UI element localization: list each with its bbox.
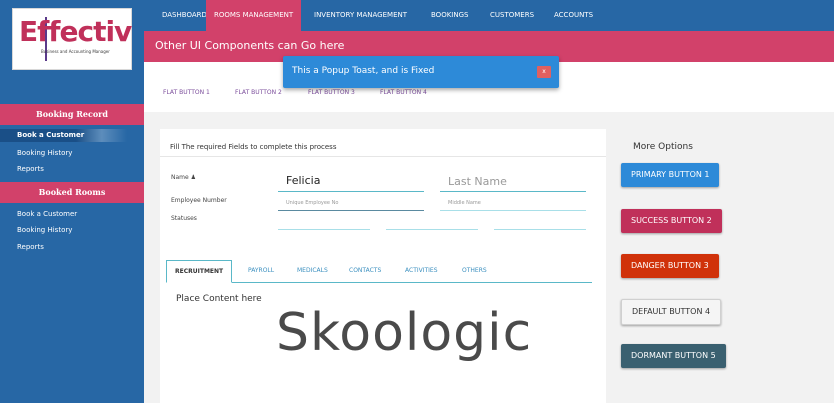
more-options-panel: More Options PRIMARY BUTTON 1 SUCCESS BU… (607, 129, 834, 403)
employee-number-input[interactable]: Unique Employee No (286, 200, 338, 206)
employee-underline (278, 210, 424, 211)
sidebar-section-booking-record: Booking Record (0, 104, 144, 125)
logo-wordmark: Effectiv (19, 15, 132, 48)
tab-contacts[interactable]: CONTACTS (349, 260, 381, 282)
middle-name-underline (440, 210, 586, 211)
sidebar-section-booked-rooms: Booked Rooms (0, 182, 144, 203)
toast-close-button[interactable]: x (537, 66, 551, 78)
sidebar-item-reports-2[interactable]: Reports (17, 243, 44, 251)
default-button[interactable]: DEFAULT BUTTON 4 (621, 299, 722, 325)
nav-inventory-management[interactable]: INVENTORY MANAGEMENT (306, 0, 415, 31)
sidebar-item-booking-history[interactable]: Booking History (17, 149, 72, 157)
employee-number-label: Employee Number (171, 197, 227, 204)
last-name-input[interactable]: Last Name (448, 175, 507, 188)
status-select-3[interactable] (494, 229, 586, 230)
flat-button-3[interactable]: FLAT BUTTON 3 (308, 89, 355, 96)
sidebar-item-book-customer[interactable]: Book a Customer (0, 129, 127, 142)
logo[interactable]: Effectiv Business and Accounting Manager (12, 8, 132, 70)
nav-bookings[interactable]: BOOKINGS (423, 0, 476, 31)
flat-button-2[interactable]: FLAT BUTTON 2 (235, 89, 282, 96)
dormant-button[interactable]: DORMANT BUTTON 5 (621, 344, 726, 368)
popup-toast: This a Popup Toast, and is Fixed x (283, 56, 559, 88)
first-name-input[interactable]: Felicia (286, 174, 320, 187)
danger-button[interactable]: DANGER BUTTON 3 (621, 254, 719, 278)
tab-medicals[interactable]: MEDICALS (297, 260, 328, 282)
form-title: Fill The required Fields to complete thi… (170, 143, 337, 151)
nav-rooms-management[interactable]: ROOMS MANAGEMENT (206, 0, 302, 31)
logo-tagline: Business and Accounting Manager (41, 49, 110, 54)
statuses-label: Statuses (171, 215, 197, 222)
toast-message: This a Popup Toast, and is Fixed (292, 66, 435, 76)
success-button[interactable]: SUCCESS BUTTON 2 (621, 209, 722, 233)
tab-bar: RECRUITMENT PAYROLL MEDICALS CONTACTS AC… (166, 260, 592, 283)
status-select-2[interactable] (386, 229, 478, 230)
sidebar-item-reports[interactable]: Reports (17, 165, 44, 173)
nav-accounts[interactable]: ACCOUNTS (546, 0, 601, 31)
status-select-1[interactable] (278, 229, 370, 230)
person-icon: ♟ (190, 174, 197, 181)
sidebar: Effectiv Business and Accounting Manager… (0, 0, 144, 403)
last-name-underline (440, 191, 586, 192)
nav-customers[interactable]: CUSTOMERS (482, 0, 542, 31)
name-label: Name ♟ (171, 174, 197, 181)
tab-content-placeholder: Place Content here (176, 294, 262, 304)
more-options-title: More Options (633, 142, 693, 152)
sidebar-item-book-customer-2[interactable]: Book a Customer (17, 210, 77, 218)
tab-activities[interactable]: ACTIVITIES (405, 260, 438, 282)
tab-others[interactable]: OTHERS (462, 260, 487, 282)
flat-button-1[interactable]: FLAT BUTTON 1 (163, 89, 210, 96)
tab-payroll[interactable]: PAYROLL (248, 260, 274, 282)
banner-text: Other UI Components can Go here (155, 39, 345, 52)
tab-recruitment[interactable]: RECRUITMENT (166, 260, 233, 283)
divider (160, 156, 606, 157)
first-name-underline (278, 191, 424, 192)
primary-button[interactable]: PRIMARY BUTTON 1 (621, 163, 720, 187)
middle-name-input[interactable]: Middle Name (448, 200, 481, 206)
flat-button-4[interactable]: FLAT BUTTON 4 (380, 89, 427, 96)
top-nav: DASHBOARD ROOMS MANAGEMENT INVENTORY MAN… (144, 0, 834, 31)
sidebar-item-booking-history-2[interactable]: Booking History (17, 226, 72, 234)
watermark: Skoologic (276, 303, 533, 363)
